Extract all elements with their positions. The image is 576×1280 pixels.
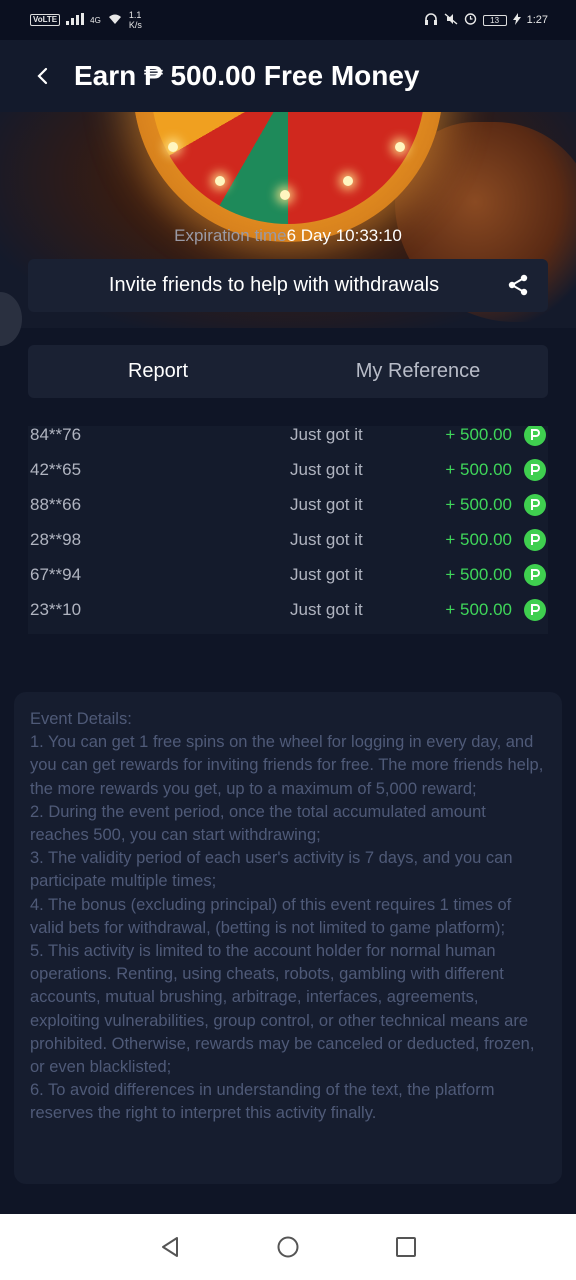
row-status: Just got it	[290, 494, 363, 514]
status-bar: VoLTE 4G 1.1 K/s 13 1:27	[0, 0, 576, 40]
wheel-segments	[151, 112, 425, 224]
light-bulb	[168, 142, 178, 152]
list-item: 42**65 Just got it + 500.00	[28, 452, 548, 487]
peso-coin-icon	[524, 493, 546, 516]
share-icon[interactable]	[506, 273, 530, 297]
row-user: 67**94	[30, 564, 82, 584]
row-amount: + 500.00	[445, 564, 512, 584]
event-details: Event Details: 1. You can get 1 free spi…	[14, 692, 562, 1184]
headphones-icon	[424, 12, 438, 28]
battery-icon: 13	[482, 14, 507, 26]
details-item: 6. To avoid differences in understanding…	[30, 1081, 495, 1123]
details-item: 5. This activity is limited to the accou…	[30, 942, 535, 1077]
light-bulb	[280, 190, 290, 200]
tab-my-reference[interactable]: My Reference	[288, 345, 548, 398]
list-item: 84**76 Just got it + 500.00	[28, 426, 548, 452]
row-user: 84**76	[30, 426, 82, 444]
details-heading: Event Details:	[30, 710, 132, 728]
peso-coin-icon	[524, 563, 546, 586]
light-bulb	[343, 176, 353, 186]
row-status: Just got it	[290, 426, 363, 444]
page-title: Earn ₱ 500.00 Free Money	[74, 60, 420, 91]
chevron-left-icon	[37, 67, 48, 85]
row-status: Just got it	[290, 599, 363, 619]
row-status: Just got it	[290, 564, 363, 584]
nav-back-button[interactable]	[156, 1233, 184, 1261]
peso-coin-icon	[524, 528, 546, 551]
clock: 1:27	[526, 14, 548, 26]
row-user: 42**65	[30, 459, 82, 479]
expiration-label: Expiration time	[174, 226, 287, 245]
row-user: 88**66	[30, 494, 82, 514]
peso-coin-icon	[524, 426, 546, 446]
light-bulb	[215, 176, 225, 186]
expiration-time: Expiration time6 Day 10:33:10	[0, 226, 576, 246]
system-nav-bar	[0, 1214, 576, 1280]
details-item: 3. The validity period of each user's ac…	[30, 849, 513, 891]
charging-icon	[512, 12, 521, 28]
row-status: Just got it	[290, 529, 363, 549]
list-item: 88**66 Just got it + 500.00	[28, 487, 548, 522]
back-button[interactable]	[26, 60, 58, 92]
details-item: 4. The bonus (excluding principal) of th…	[30, 895, 512, 937]
header: Earn ₱ 500.00 Free Money	[0, 40, 576, 112]
row-amount: + 500.00	[445, 426, 512, 444]
mute-icon	[444, 12, 458, 28]
network-type: 4G	[90, 15, 101, 25]
speed-unit: K/s	[128, 20, 142, 30]
row-amount: + 500.00	[445, 529, 512, 549]
network-speed: 1.1 K/s	[129, 10, 142, 30]
row-user: 23**10	[30, 599, 82, 619]
alarm-icon	[464, 12, 477, 28]
row-amount: + 500.00	[445, 459, 512, 479]
nav-home-button[interactable]	[274, 1233, 302, 1261]
invite-label: Invite friends to help with withdrawals	[108, 274, 440, 296]
invite-friends-button[interactable]: Invite friends to help with withdrawals	[28, 259, 548, 312]
row-amount: + 500.00	[445, 494, 512, 514]
list-item: 67**94 Just got it + 500.00	[28, 557, 548, 592]
peso-coin-icon	[524, 458, 546, 481]
tab-report[interactable]: Report	[28, 345, 288, 398]
details-item: 2. During the event period, once the tot…	[30, 802, 486, 845]
triangle-back-icon	[162, 1237, 178, 1257]
winners-list[interactable]: 84**76 Just got it + 500.00 42**65 Just …	[28, 426, 548, 634]
row-status: Just got it	[290, 459, 363, 479]
wifi-icon	[107, 13, 123, 28]
volte-badge: VoLTE	[30, 14, 61, 26]
list-item: 28**98 Just got it + 500.00	[28, 522, 548, 557]
row-user: 28**98	[30, 529, 82, 549]
circle-home-icon	[277, 1236, 299, 1258]
square-recents-icon	[396, 1237, 416, 1257]
row-amount: + 500.00	[445, 599, 512, 619]
list-item: 23**10 Just got it + 500.00	[28, 592, 548, 627]
signal-icon	[66, 12, 85, 28]
light-bulb	[395, 142, 405, 152]
status-left: VoLTE 4G 1.1 K/s	[30, 10, 142, 30]
nav-recents-button[interactable]	[392, 1233, 420, 1261]
peso-coin-icon	[524, 598, 546, 621]
details-item: 1. You can get 1 free spins on the wheel…	[30, 733, 544, 798]
status-right: 13 1:27	[424, 12, 548, 28]
tab-bar: Report My Reference	[28, 345, 548, 398]
speed-value: 1.1	[128, 10, 142, 20]
expiration-value: 6 Day 10:33:10	[286, 226, 402, 245]
